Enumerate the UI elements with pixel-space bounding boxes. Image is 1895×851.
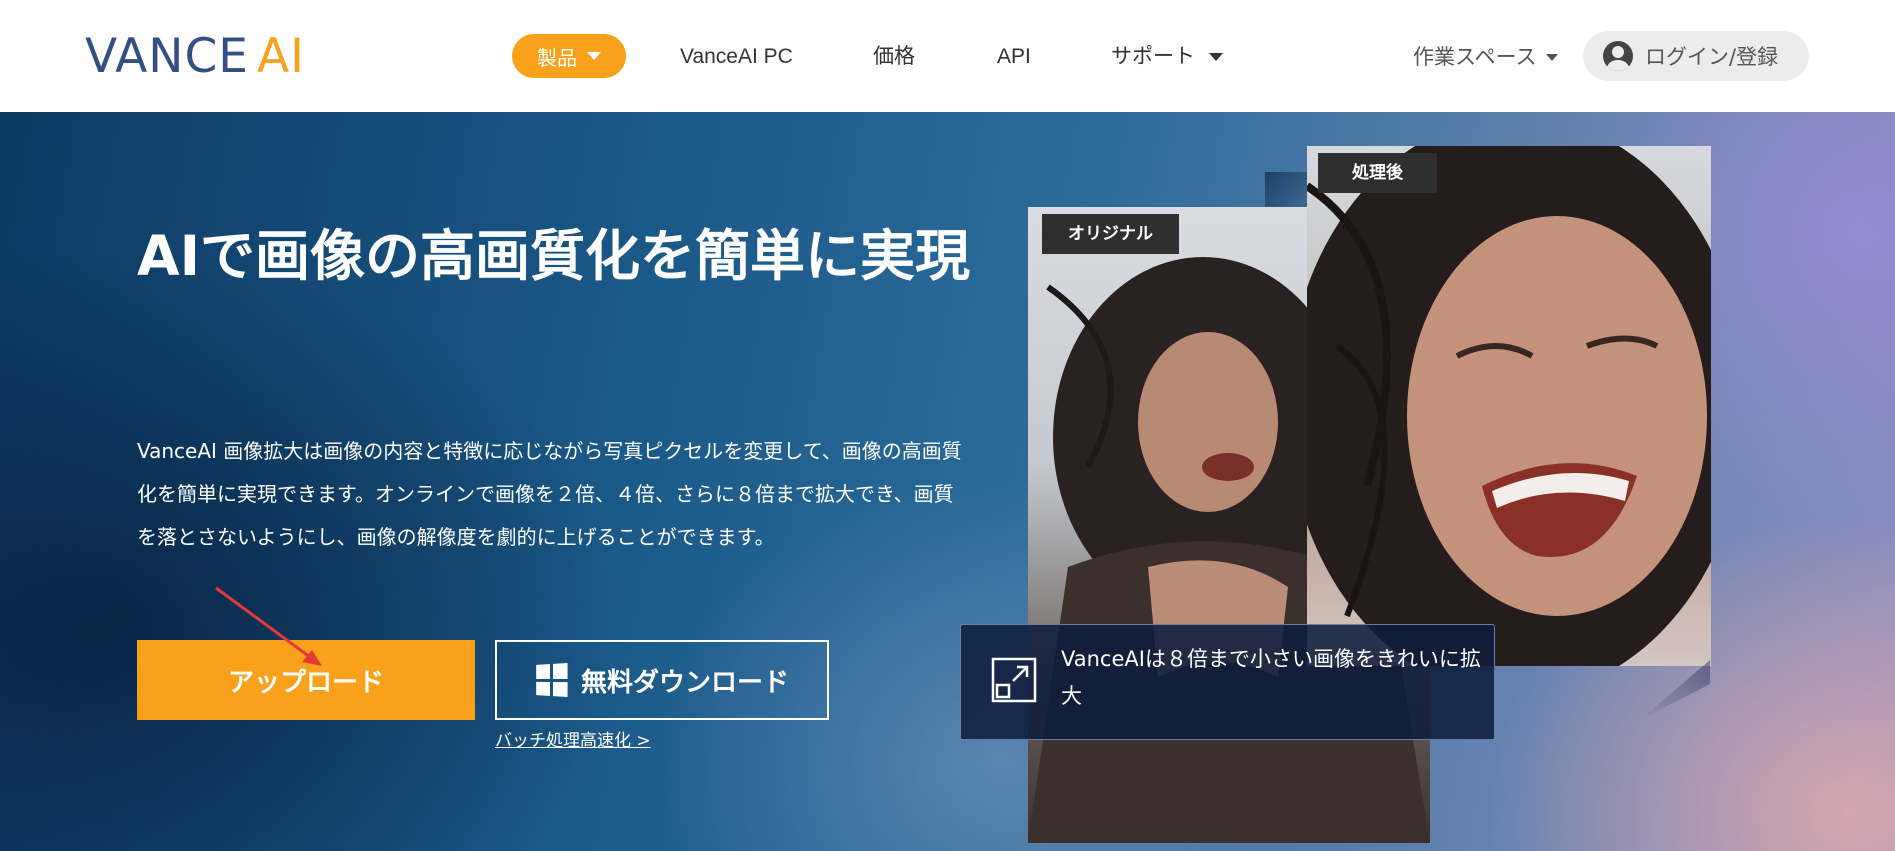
nav-pricing-label: 価格 [873,45,915,68]
logo[interactable]: VANCE AI [85,28,305,84]
chevron-down-icon [587,52,601,60]
user-icon [1603,41,1633,71]
hero-title: AIで画像の高画質化を簡単に実現 [137,224,971,288]
hero-description: VanceAI 画像拡大は画像の内容と特徴に応じながら写真ピクセルを変更して、画… [137,439,962,549]
workspace-label: 作業スペース [1413,45,1537,69]
logo-text: VANCE [85,28,249,84]
processed-photo [1307,146,1711,666]
login-label: ログイン/登録 [1645,45,1779,69]
after-tag: 処理後 [1318,153,1437,193]
nav-pricing[interactable]: 価格 [873,40,915,74]
chevron-down-icon [1209,53,1223,61]
nav-products-label: 製品 [537,45,577,70]
original-tag: オリジナル [1042,214,1179,254]
nav-api[interactable]: API [997,40,1031,74]
nav-support[interactable]: サポート [1111,40,1223,74]
nav-api-label: API [997,45,1031,68]
windows-icon [536,663,568,697]
image-shadow [1640,660,1710,720]
hero-section: AIで画像の高画質化を簡単に実現 VanceAI 画像拡大は画像の内容と特徴に応… [0,112,1895,851]
chevron-down-icon [1546,53,1559,61]
nav-support-label: サポート [1111,45,1195,68]
login-button[interactable]: ログイン/登録 [1583,31,1809,81]
nav-vanceai-pc[interactable]: VanceAI PC [680,40,793,74]
free-download-button[interactable]: 無料ダウンロード [495,640,829,720]
batch-processing-link[interactable]: バッチ処理高速化 > [495,726,651,751]
logo-accent-text: AI [256,28,305,84]
red-arrow-annotation [215,586,322,666]
site-header: VANCE AI 製品 VanceAI PC 価格 API サポート 作業スペース… [0,0,1895,112]
expand-icon [991,657,1037,703]
nav-products-button[interactable]: 製品 [512,34,626,78]
feature-info-text: VanceAIは８倍まで小さい画像をきれいに拡大 [1061,647,1481,708]
free-download-label: 無料ダウンロード [580,667,789,698]
nav-vanceai-pc-label: VanceAI PC [680,45,793,68]
processed-photo-art [1307,146,1711,666]
feature-info-box: VanceAIは８倍まで小さい画像をきれいに拡大 [960,624,1495,740]
workspace-menu[interactable]: 作業スペース [1413,40,1559,74]
